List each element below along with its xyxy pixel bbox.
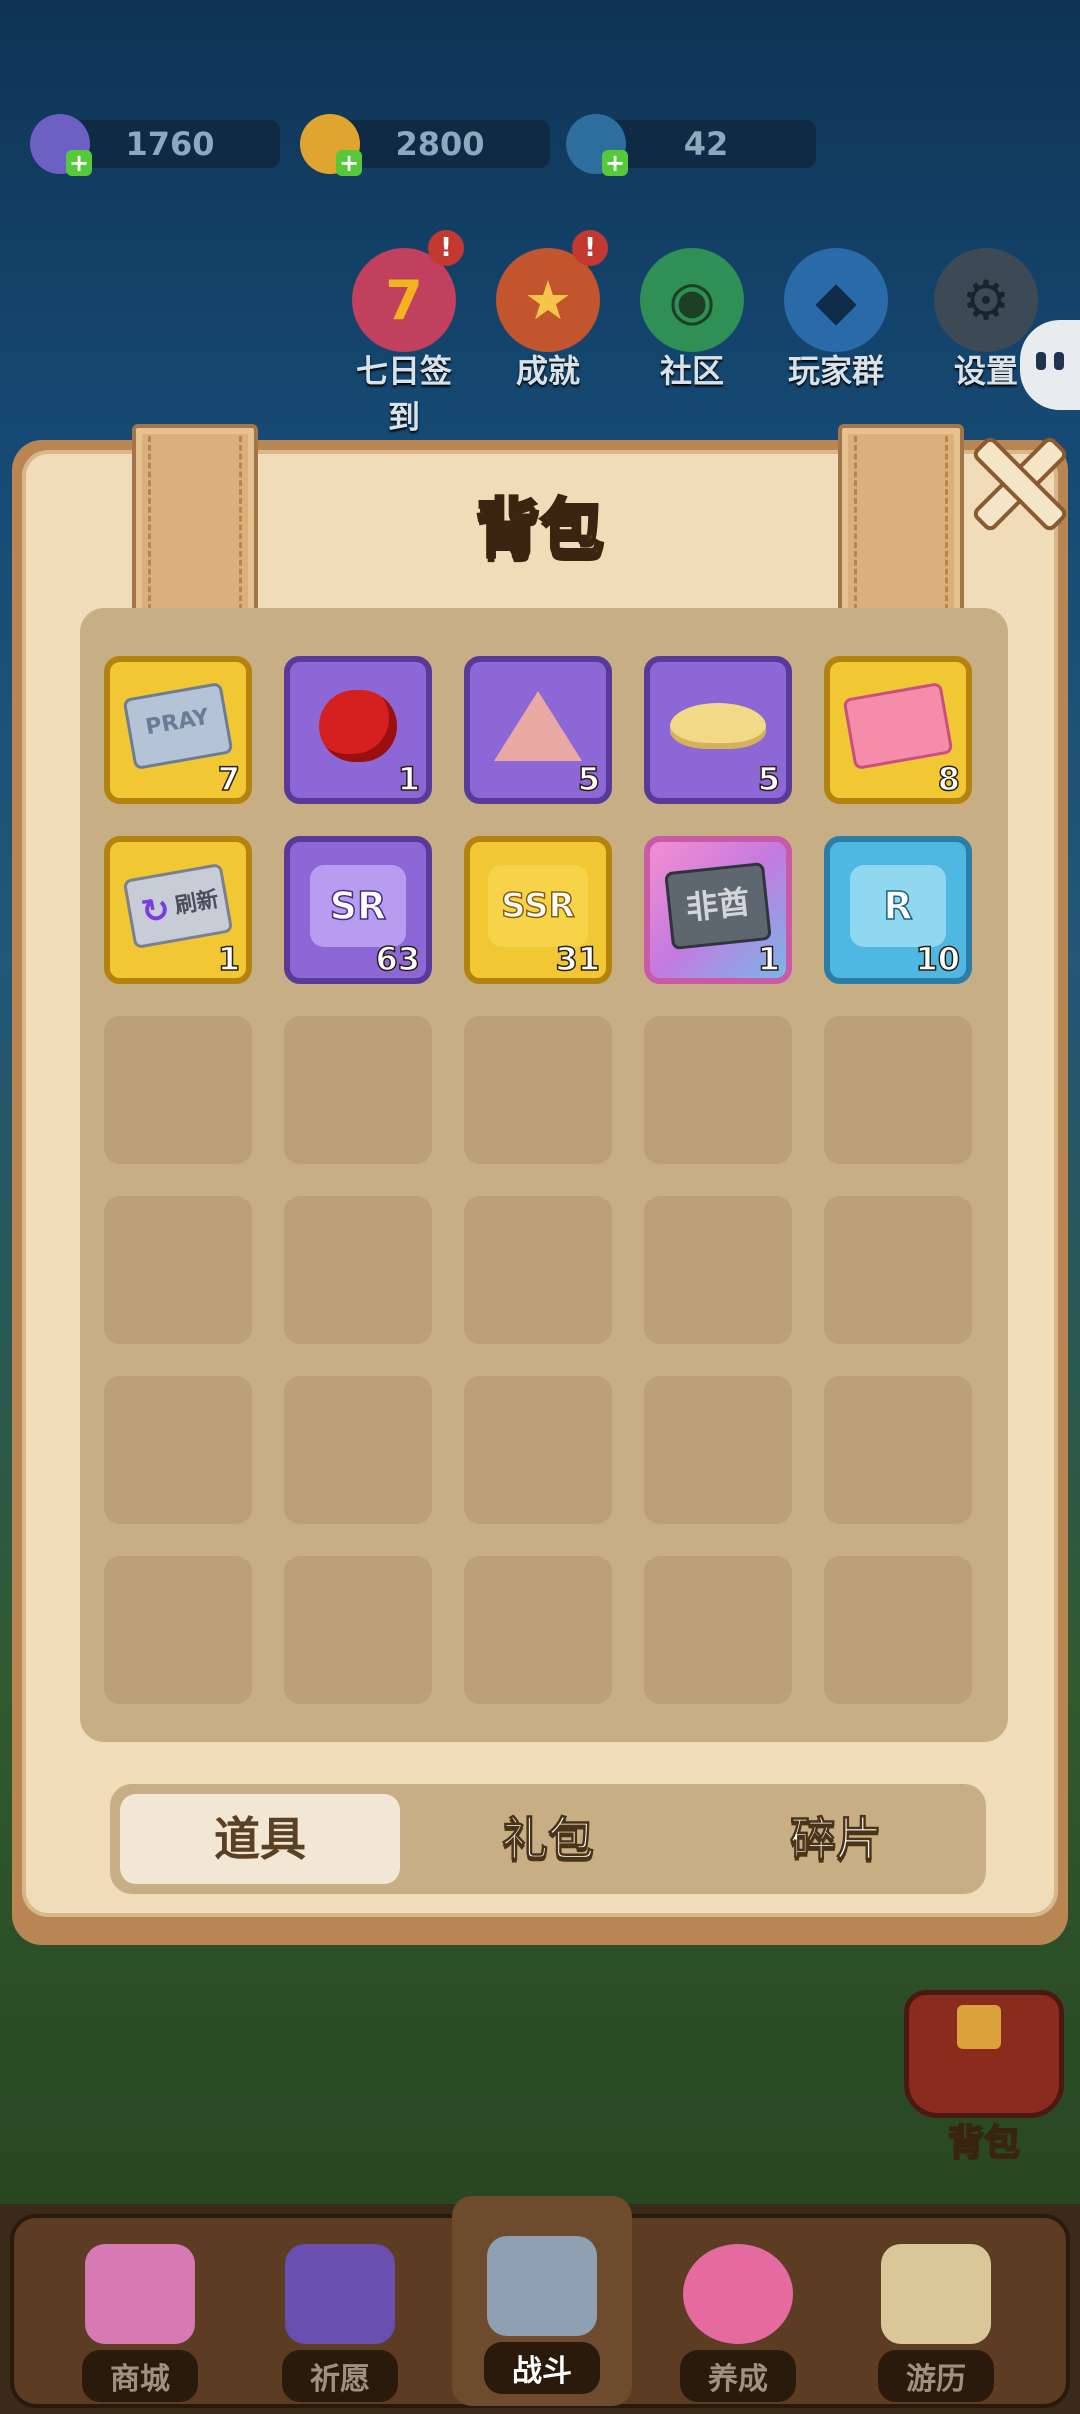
empty-slot <box>824 1196 972 1344</box>
alert-badge: ! <box>428 230 464 266</box>
coin-value: 2800 <box>330 120 550 168</box>
item-count: 5 <box>577 759 601 799</box>
empty-slot <box>104 1556 252 1704</box>
nav-shop[interactable]: 商城 <box>50 2230 230 2402</box>
add-gem-icon[interactable]: + <box>66 150 92 176</box>
item-count: 1 <box>397 759 421 799</box>
item-count: 8 <box>937 759 961 799</box>
wish-card-icon <box>285 2244 395 2344</box>
add-energy-icon[interactable]: + <box>602 150 628 176</box>
item-cake-slice[interactable]: 5 <box>464 656 612 804</box>
nav-label: 祈愿 <box>282 2350 398 2402</box>
player-group-button[interactable]: ◆ 玩家群 <box>776 248 896 392</box>
crossed-swords-icon <box>487 2236 597 2336</box>
pray-ticket-icon: PRAY <box>122 676 234 776</box>
shop-icon <box>85 2244 195 2344</box>
alert-badge: ! <box>572 230 608 266</box>
gem-value: 1760 <box>60 120 280 168</box>
empty-slot <box>284 1196 432 1344</box>
cake-icon <box>488 676 588 776</box>
achievement-button[interactable]: ★! 成就 <box>488 230 608 392</box>
inventory-grid: PRAY 7 1 5 5 8 ↻ 刷新 1 SR 63 SSR 31 非酋 1 R… <box>80 608 1008 1742</box>
gem-counter[interactable]: 1760 + <box>30 114 280 176</box>
empty-slot <box>464 1556 612 1704</box>
menu-label: 社区 <box>659 352 724 390</box>
add-coin-icon[interactable]: + <box>336 150 362 176</box>
chips-icon <box>668 676 768 776</box>
category-tabs: 道具 礼包 碎片 <box>110 1784 986 1894</box>
empty-slot <box>284 1016 432 1164</box>
seven-day-icon: 7! <box>352 230 464 352</box>
item-r-fragment[interactable]: R 10 <box>824 836 972 984</box>
item-count: 5 <box>757 759 781 799</box>
coin-counter[interactable]: 2800 + <box>300 114 550 176</box>
empty-slot <box>824 1016 972 1164</box>
empty-slot <box>104 1016 252 1164</box>
item-count: 10 <box>915 939 961 979</box>
empty-slot <box>824 1556 972 1704</box>
nav-label: 商城 <box>82 2350 198 2402</box>
item-refresh-ticket[interactable]: ↻ 刷新 1 <box>104 836 252 984</box>
empty-slot <box>284 1556 432 1704</box>
energy-value: 42 <box>596 120 816 168</box>
item-apple[interactable]: 1 <box>284 656 432 804</box>
nav-battle[interactable]: 战斗 <box>452 2196 632 2406</box>
empty-slot <box>104 1196 252 1344</box>
tab-gift-packs[interactable]: 礼包 <box>408 1794 688 1884</box>
item-pink-ticket[interactable]: 8 <box>824 656 972 804</box>
empty-slot <box>644 1376 792 1524</box>
empty-slot <box>464 1376 612 1524</box>
tab-items[interactable]: 道具 <box>120 1794 400 1884</box>
nav-travel[interactable]: 游历 <box>846 2230 1026 2402</box>
eyes-icon <box>1036 352 1046 370</box>
item-ssr-fragment[interactable]: SSR 31 <box>464 836 612 984</box>
backpack-label: 背包 <box>947 2122 1021 2165</box>
empty-slot <box>644 1196 792 1344</box>
item-count: 31 <box>555 939 601 979</box>
empty-slot <box>644 1016 792 1164</box>
backpack-icon <box>904 1990 1064 2118</box>
nav-label: 战斗 <box>484 2342 600 2394</box>
menu-label: 玩家群 <box>787 352 884 390</box>
apple-icon <box>308 676 408 776</box>
item-pray-ticket[interactable]: PRAY 7 <box>104 656 252 804</box>
empty-slot <box>824 1376 972 1524</box>
item-potato-chips[interactable]: 5 <box>644 656 792 804</box>
item-count: 1 <box>217 939 241 979</box>
refresh-ticket-icon: ↻ 刷新 <box>122 856 234 956</box>
community-icon: ◉ <box>640 248 744 352</box>
trophy-icon: ★! <box>496 230 608 352</box>
energy-counter[interactable]: 42 + <box>566 114 816 176</box>
nav-label: 养成 <box>680 2350 796 2402</box>
penguin-icon: ◆ <box>784 248 888 352</box>
travel-map-icon <box>881 2244 991 2344</box>
item-non-chief-plate[interactable]: 非酋 1 <box>644 836 792 984</box>
community-button[interactable]: ◉ 社区 <box>632 248 752 392</box>
plate-icon: 非酋 <box>664 856 772 956</box>
item-count: 1 <box>757 939 781 979</box>
paw-icon <box>683 2244 793 2344</box>
panel-title: 背包 <box>475 492 606 569</box>
seven-day-signin-button[interactable]: 7! 七日签到 <box>344 230 464 438</box>
empty-slot <box>464 1196 612 1344</box>
close-icon[interactable] <box>966 432 1058 524</box>
menu-label: 成就 <box>515 352 580 390</box>
backpack-button[interactable]: 背包 <box>904 1990 1064 2165</box>
empty-slot <box>644 1556 792 1704</box>
item-count: 63 <box>375 939 421 979</box>
empty-slot <box>104 1376 252 1524</box>
empty-slot <box>284 1376 432 1524</box>
item-count: 7 <box>217 759 241 799</box>
nav-label: 游历 <box>878 2350 994 2402</box>
menu-label: 七日签到 <box>355 352 452 436</box>
pink-ticket-icon <box>842 676 954 776</box>
item-sr-fragment[interactable]: SR 63 <box>284 836 432 984</box>
gear-icon: ⚙ <box>934 248 1038 352</box>
nav-raise[interactable]: 养成 <box>648 2230 828 2402</box>
empty-slot <box>464 1016 612 1164</box>
tab-fragments[interactable]: 碎片 <box>696 1794 976 1884</box>
nav-wish[interactable]: 祈愿 <box>250 2230 430 2402</box>
